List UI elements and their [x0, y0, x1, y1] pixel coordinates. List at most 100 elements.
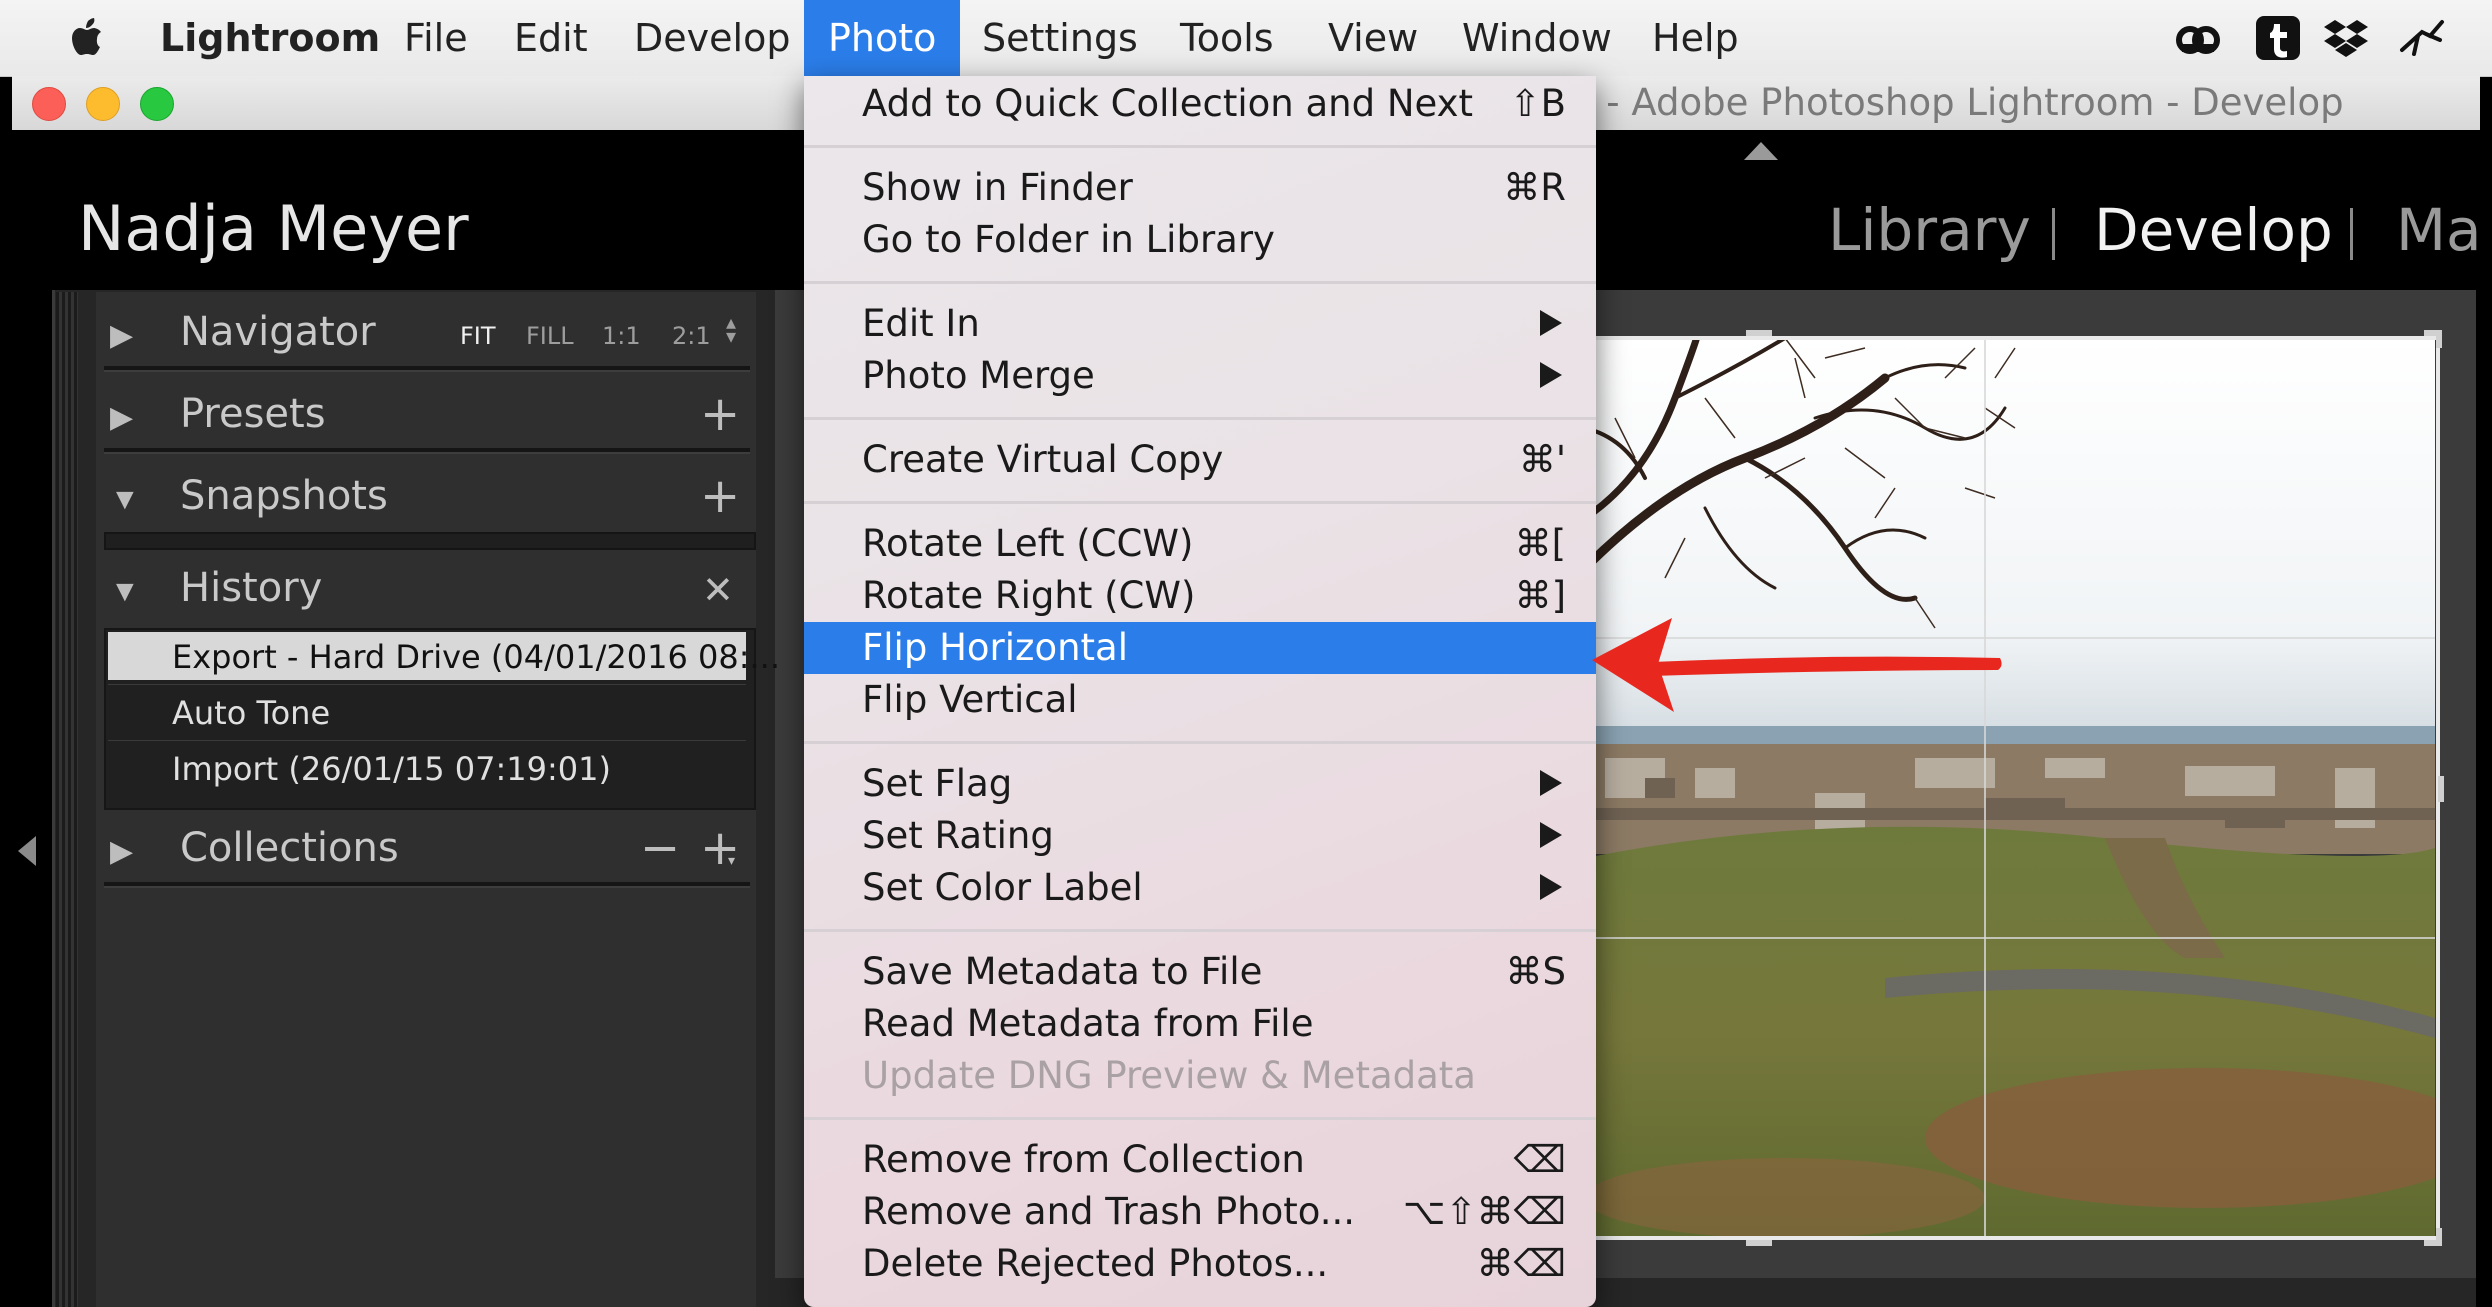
menu-item-save-metadata[interactable]: Save Metadata to File ⌘S [804, 946, 1596, 998]
menu-item-edit-in[interactable]: Edit In [804, 298, 1596, 350]
menu-app-name[interactable]: Lightroom [160, 0, 380, 76]
zoom-fit[interactable]: FIT [460, 322, 496, 350]
add-snapshot-icon[interactable]: + [700, 472, 740, 520]
menu-item-label: Show in Finder [862, 166, 1133, 209]
history-header[interactable]: ▼ History [110, 558, 750, 618]
navigator-label: Navigator [180, 309, 376, 355]
collapse-left-panel-icon[interactable] [18, 836, 36, 866]
submenu-arrow-icon [1540, 822, 1562, 848]
crop-handle-bottom-center[interactable] [1746, 1240, 1772, 1246]
crop-handle-bottom-right[interactable] [2436, 1228, 2442, 1246]
history-item[interactable]: Import (26/01/15 07:19:01) [172, 750, 611, 788]
module-library[interactable]: Library [1828, 196, 2031, 264]
remove-collection-icon[interactable]: − [640, 824, 680, 872]
menu-item-flip-vertical[interactable]: Flip Vertical [804, 674, 1596, 726]
menu-view[interactable]: View [1328, 0, 1418, 76]
menu-item-read-metadata[interactable]: Read Metadata from File [804, 998, 1596, 1050]
menu-item-set-color-label[interactable]: Set Color Label [804, 862, 1596, 914]
creative-cloud-icon[interactable] [2174, 14, 2222, 62]
menu-item-set-rating[interactable]: Set Rating [804, 810, 1596, 862]
tumblr-icon[interactable] [2254, 14, 2302, 62]
snapshots-header[interactable]: ▼ Snapshots [110, 466, 750, 526]
module-separator [2350, 208, 2353, 260]
left-panel-grip-lower[interactable] [56, 1282, 78, 1307]
zoom-2-1[interactable]: 2:1 [672, 322, 711, 350]
menu-item-shortcut: ⌘] [1514, 574, 1566, 617]
menu-item-flip-horizontal[interactable]: Flip Horizontal [804, 622, 1596, 674]
menu-item-set-flag[interactable]: Set Flag [804, 758, 1596, 810]
history-item[interactable]: Export - Hard Drive (04/01/2016 08:... [172, 638, 780, 676]
expand-triangle-icon[interactable]: ▶ [110, 398, 150, 438]
menu-item-create-virtual-copy[interactable]: Create Virtual Copy ⌘' [804, 434, 1596, 486]
menu-separator [804, 929, 1596, 932]
presets-header[interactable]: ▶ Presets [110, 384, 750, 444]
identity-plate: Nadja Meyer [78, 192, 469, 265]
collapse-top-panel-icon[interactable] [1744, 142, 1778, 160]
menu-settings[interactable]: Settings [982, 0, 1138, 76]
submenu-arrow-icon [1540, 874, 1562, 900]
menu-item-go-to-folder[interactable]: Go to Folder in Library [804, 214, 1596, 266]
expand-triangle-icon[interactable]: ▶ [110, 832, 150, 872]
expand-triangle-icon[interactable]: ▶ [110, 316, 150, 356]
add-preset-icon[interactable]: + [700, 390, 740, 438]
menu-item-remove-from-collection[interactable]: Remove from Collection ⌫ [804, 1134, 1596, 1186]
crop-overlay-frame[interactable] [1590, 336, 2440, 1240]
menu-item-shortcut: ⌘' [1518, 438, 1566, 481]
cursor-tool-icon[interactable] [2398, 14, 2446, 62]
collapse-triangle-icon[interactable]: ▼ [110, 480, 150, 520]
menu-item-label: Set Color Label [862, 866, 1143, 909]
menu-item-shortcut: ⌘S [1505, 950, 1567, 993]
collapse-triangle-icon[interactable]: ▼ [110, 572, 150, 612]
minimize-window-button[interactable] [86, 87, 120, 121]
menu-help[interactable]: Help [1652, 0, 1739, 76]
presets-label: Presets [180, 391, 326, 437]
menu-item-rotate-left[interactable]: Rotate Left (CCW) ⌘[ [804, 518, 1596, 570]
menu-window[interactable]: Window [1462, 0, 1612, 76]
menu-item-label: Save Metadata to File [862, 950, 1263, 993]
module-separator [2052, 208, 2055, 260]
left-panel-grip[interactable] [56, 292, 78, 1307]
menu-item-label: Set Flag [862, 762, 1013, 805]
zoom-window-button[interactable] [140, 87, 174, 121]
panel-divider [104, 448, 750, 454]
menu-item-photo-merge[interactable]: Photo Merge [804, 350, 1596, 402]
close-window-button[interactable] [32, 87, 66, 121]
menu-item-label: Delete Rejected Photos... [862, 1242, 1329, 1285]
menu-photo[interactable]: Photo [804, 0, 961, 76]
zoom-1-1[interactable]: 1:1 [602, 322, 641, 350]
clear-history-icon[interactable]: ✕ [702, 566, 734, 614]
zoom-fill[interactable]: FILL [526, 322, 574, 350]
crop-handle-top-right[interactable] [2436, 330, 2442, 348]
history-label: History [180, 565, 323, 611]
menu-item-rotate-right[interactable]: Rotate Right (CW) ⌘] [804, 570, 1596, 622]
menu-bar: Lightroom File Edit Develop Photo Settin… [0, 0, 2492, 77]
menu-item-label: Add to Quick Collection and Next [862, 82, 1474, 125]
menu-edit[interactable]: Edit [514, 0, 588, 76]
menu-item-show-in-finder[interactable]: Show in Finder ⌘R [804, 162, 1596, 214]
module-develop[interactable]: Develop [2094, 196, 2333, 264]
menu-item-remove-and-trash[interactable]: Remove and Trash Photo... ⌥⇧⌘⌫ [804, 1186, 1596, 1238]
menu-item-shortcut: ⌥⇧⌘⌫ [1403, 1190, 1566, 1233]
submenu-arrow-icon [1540, 310, 1562, 336]
dropbox-icon[interactable] [2322, 14, 2370, 62]
module-map[interactable]: Ma [2396, 196, 2482, 264]
history-divider [108, 684, 746, 685]
menu-develop[interactable]: Develop [634, 0, 790, 76]
menu-file[interactable]: File [404, 0, 468, 76]
apple-icon[interactable] [62, 12, 114, 64]
crop-handle-right-center[interactable] [2438, 776, 2444, 802]
add-collection-dropdown-icon[interactable]: ▾ [728, 852, 735, 869]
menu-item-label: Create Virtual Copy [862, 438, 1224, 481]
snapshots-label: Snapshots [180, 473, 388, 519]
history-item[interactable]: Auto Tone [172, 694, 330, 732]
navigator-header[interactable]: ▶ Navigator [110, 302, 750, 362]
menu-item-label: Rotate Right (CW) [862, 574, 1196, 617]
menu-tools[interactable]: Tools [1180, 0, 1274, 76]
menu-item-add-to-quick-collection[interactable]: Add to Quick Collection and Next ⇧B [804, 78, 1596, 130]
menu-item-delete-rejected[interactable]: Delete Rejected Photos... ⌘⌫ [804, 1238, 1596, 1290]
zoom-stepper-icon[interactable]: ▴ ▾ [726, 313, 736, 347]
crop-handle-top-center[interactable] [1746, 330, 1772, 336]
collections-label: Collections [180, 825, 399, 871]
menu-item-label: Rotate Left (CCW) [862, 522, 1194, 565]
menu-item-label: Flip Horizontal [862, 626, 1129, 669]
